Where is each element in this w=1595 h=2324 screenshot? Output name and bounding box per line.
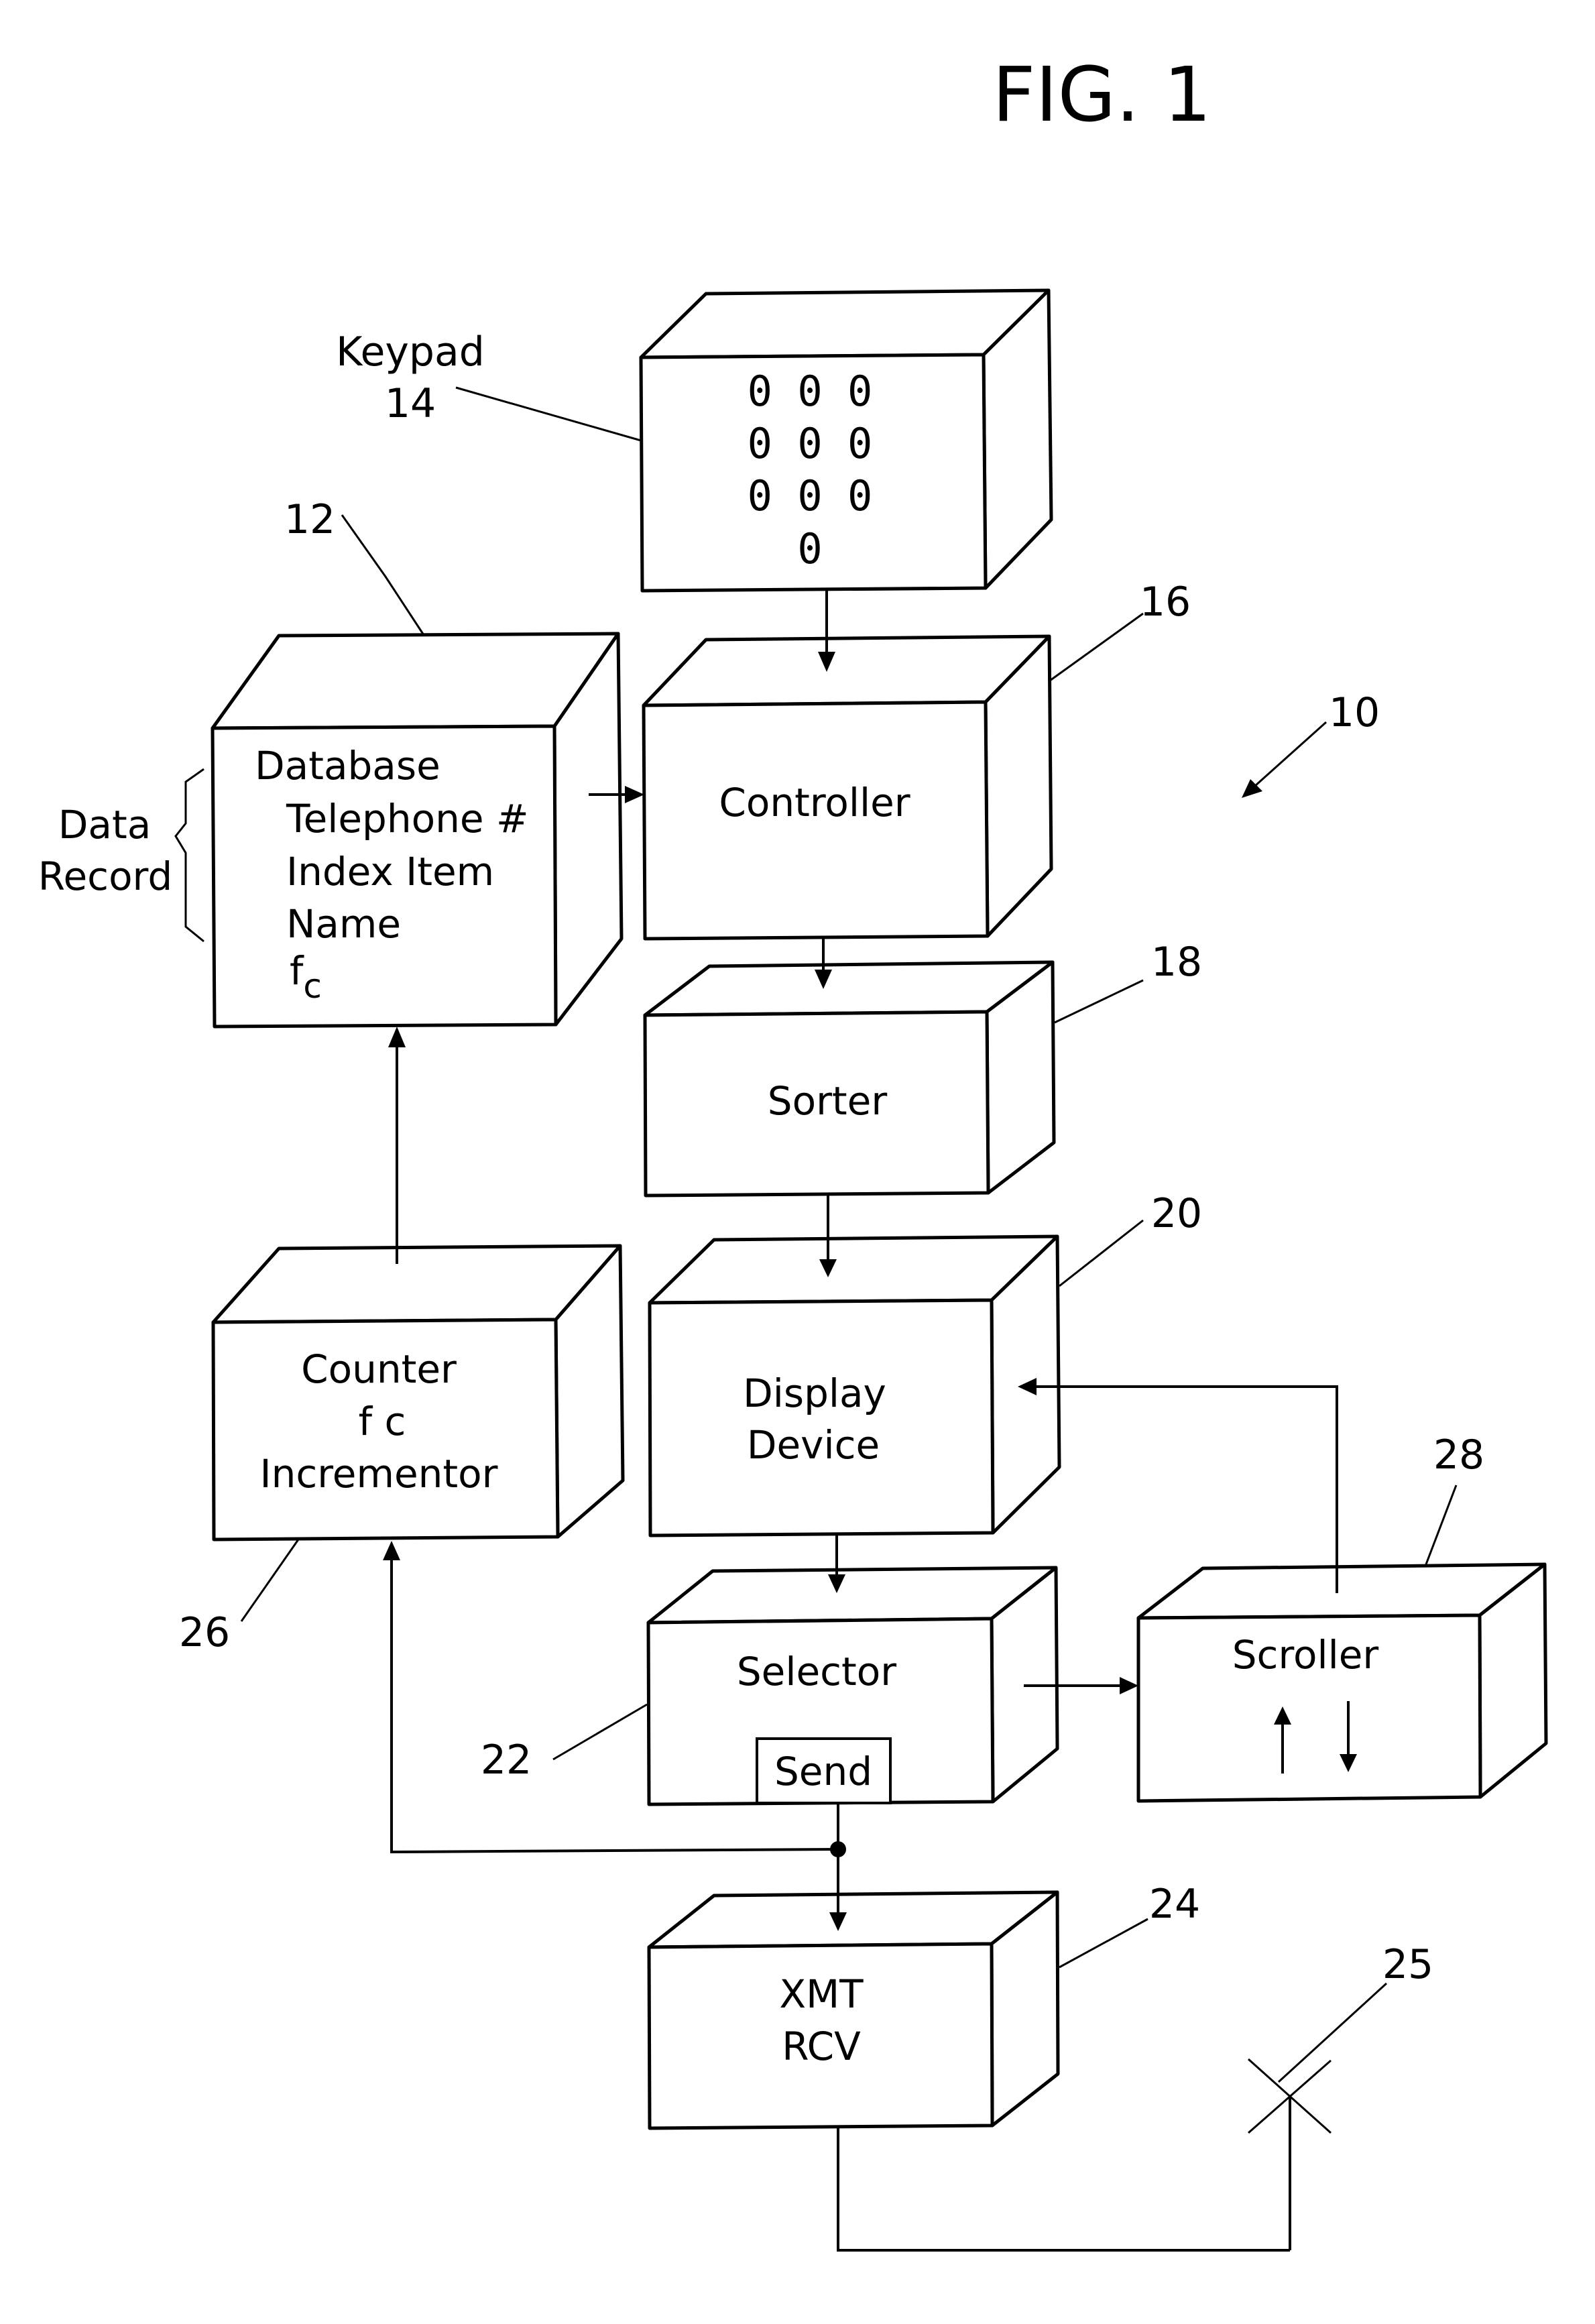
keypad-ref: 14 bbox=[385, 380, 436, 427]
keypad-row-3: 0 0 0 bbox=[748, 471, 873, 520]
scroller-label: Scroller bbox=[1232, 1632, 1379, 1678]
antenna-leader bbox=[1277, 1982, 1388, 2083]
counter-leader bbox=[240, 1539, 300, 1622]
scroller-top-face bbox=[1136, 1562, 1547, 1620]
transceiver-label-line1: XMT bbox=[779, 1971, 864, 2017]
figure-title: FIG. 1 bbox=[992, 52, 1212, 139]
display-front-face bbox=[648, 1298, 995, 1537]
display-top-face bbox=[648, 1234, 1059, 1305]
scroller-ref: 28 bbox=[1433, 1432, 1484, 1478]
antenna-ref: 25 bbox=[1382, 1941, 1433, 1988]
scroller-block: Scroller bbox=[1136, 1562, 1548, 1803]
counter-label-line1: Counter bbox=[301, 1346, 457, 1392]
display-label-line1: Display bbox=[743, 1371, 886, 1416]
database-block: Database Telephone # Index Item Name fc bbox=[211, 632, 624, 1029]
keypad-leader bbox=[455, 386, 642, 442]
system-leader bbox=[1254, 721, 1327, 787]
selector-label: Selector bbox=[737, 1649, 896, 1694]
counter-to-database-arrow bbox=[388, 1027, 406, 1264]
counter-ref: 26 bbox=[179, 1609, 230, 1656]
sorter-ref: 18 bbox=[1151, 939, 1202, 986]
data-record-label-line1: Data bbox=[58, 802, 152, 848]
sorter-block: Sorter bbox=[643, 960, 1056, 1198]
database-ref: 12 bbox=[284, 496, 335, 543]
sorter-label: Sorter bbox=[768, 1078, 888, 1124]
database-field-telephone: Telephone # bbox=[286, 796, 529, 841]
transceiver-ref: 24 bbox=[1149, 1881, 1200, 1928]
scroller-leader bbox=[1425, 1485, 1458, 1565]
controller-ref: 16 bbox=[1140, 579, 1191, 626]
keypad-top-face bbox=[639, 288, 1051, 359]
counter-top-face bbox=[211, 1244, 622, 1324]
data-record-bracket bbox=[174, 768, 204, 943]
send-button-label[interactable]: Send bbox=[774, 1749, 872, 1794]
transceiver-block: XMT RCV bbox=[647, 1890, 1060, 2130]
block-diagram: FIG. 1 0 0 0 0 0 0 0 0 0 0 Keypad 14 Dat… bbox=[38, 52, 1548, 2252]
controller-leader bbox=[1049, 612, 1144, 682]
controller-top-face bbox=[642, 634, 1051, 707]
data-record-label-line2: Record bbox=[38, 854, 172, 899]
counter-label-line2: f c bbox=[359, 1399, 406, 1444]
database-field-index-item: Index Item bbox=[286, 849, 494, 894]
sorter-leader bbox=[1054, 979, 1144, 1024]
controller-label: Controller bbox=[719, 780, 910, 825]
scroller-to-display-arrow bbox=[1018, 1378, 1338, 1593]
database-top-face bbox=[211, 632, 620, 730]
display-label-line2: Device bbox=[747, 1422, 880, 1468]
selector-ref: 22 bbox=[481, 1737, 532, 1784]
display-leader bbox=[1059, 1219, 1144, 1287]
keypad-row-2: 0 0 0 bbox=[748, 419, 873, 468]
display-block: Display Device bbox=[648, 1234, 1061, 1537]
keypad-row-1: 0 0 0 bbox=[748, 367, 873, 416]
display-ref: 20 bbox=[1151, 1190, 1202, 1237]
send-button[interactable]: Send bbox=[756, 1737, 892, 1804]
database-field-name: Name bbox=[286, 901, 401, 947]
controller-block: Controller bbox=[642, 634, 1053, 941]
transceiver-label-line2: RCV bbox=[782, 2024, 861, 2069]
database-title: Database bbox=[255, 743, 440, 789]
system-ref: 10 bbox=[1329, 689, 1380, 736]
keypad-block: 0 0 0 0 0 0 0 0 0 0 bbox=[639, 288, 1053, 593]
counter-label-line3: Incrementor bbox=[259, 1451, 497, 1497]
counter-block: Counter f c Incrementor bbox=[211, 1244, 625, 1542]
transceiver-to-antenna-wire bbox=[837, 2128, 1290, 2252]
selector-leader bbox=[552, 1703, 648, 1761]
keypad-row-4: 0 bbox=[797, 524, 822, 573]
database-leader bbox=[341, 514, 425, 636]
antenna-icon bbox=[1248, 2058, 1332, 2250]
keypad-label: Keypad bbox=[336, 329, 485, 375]
transceiver-leader bbox=[1059, 1918, 1148, 1969]
